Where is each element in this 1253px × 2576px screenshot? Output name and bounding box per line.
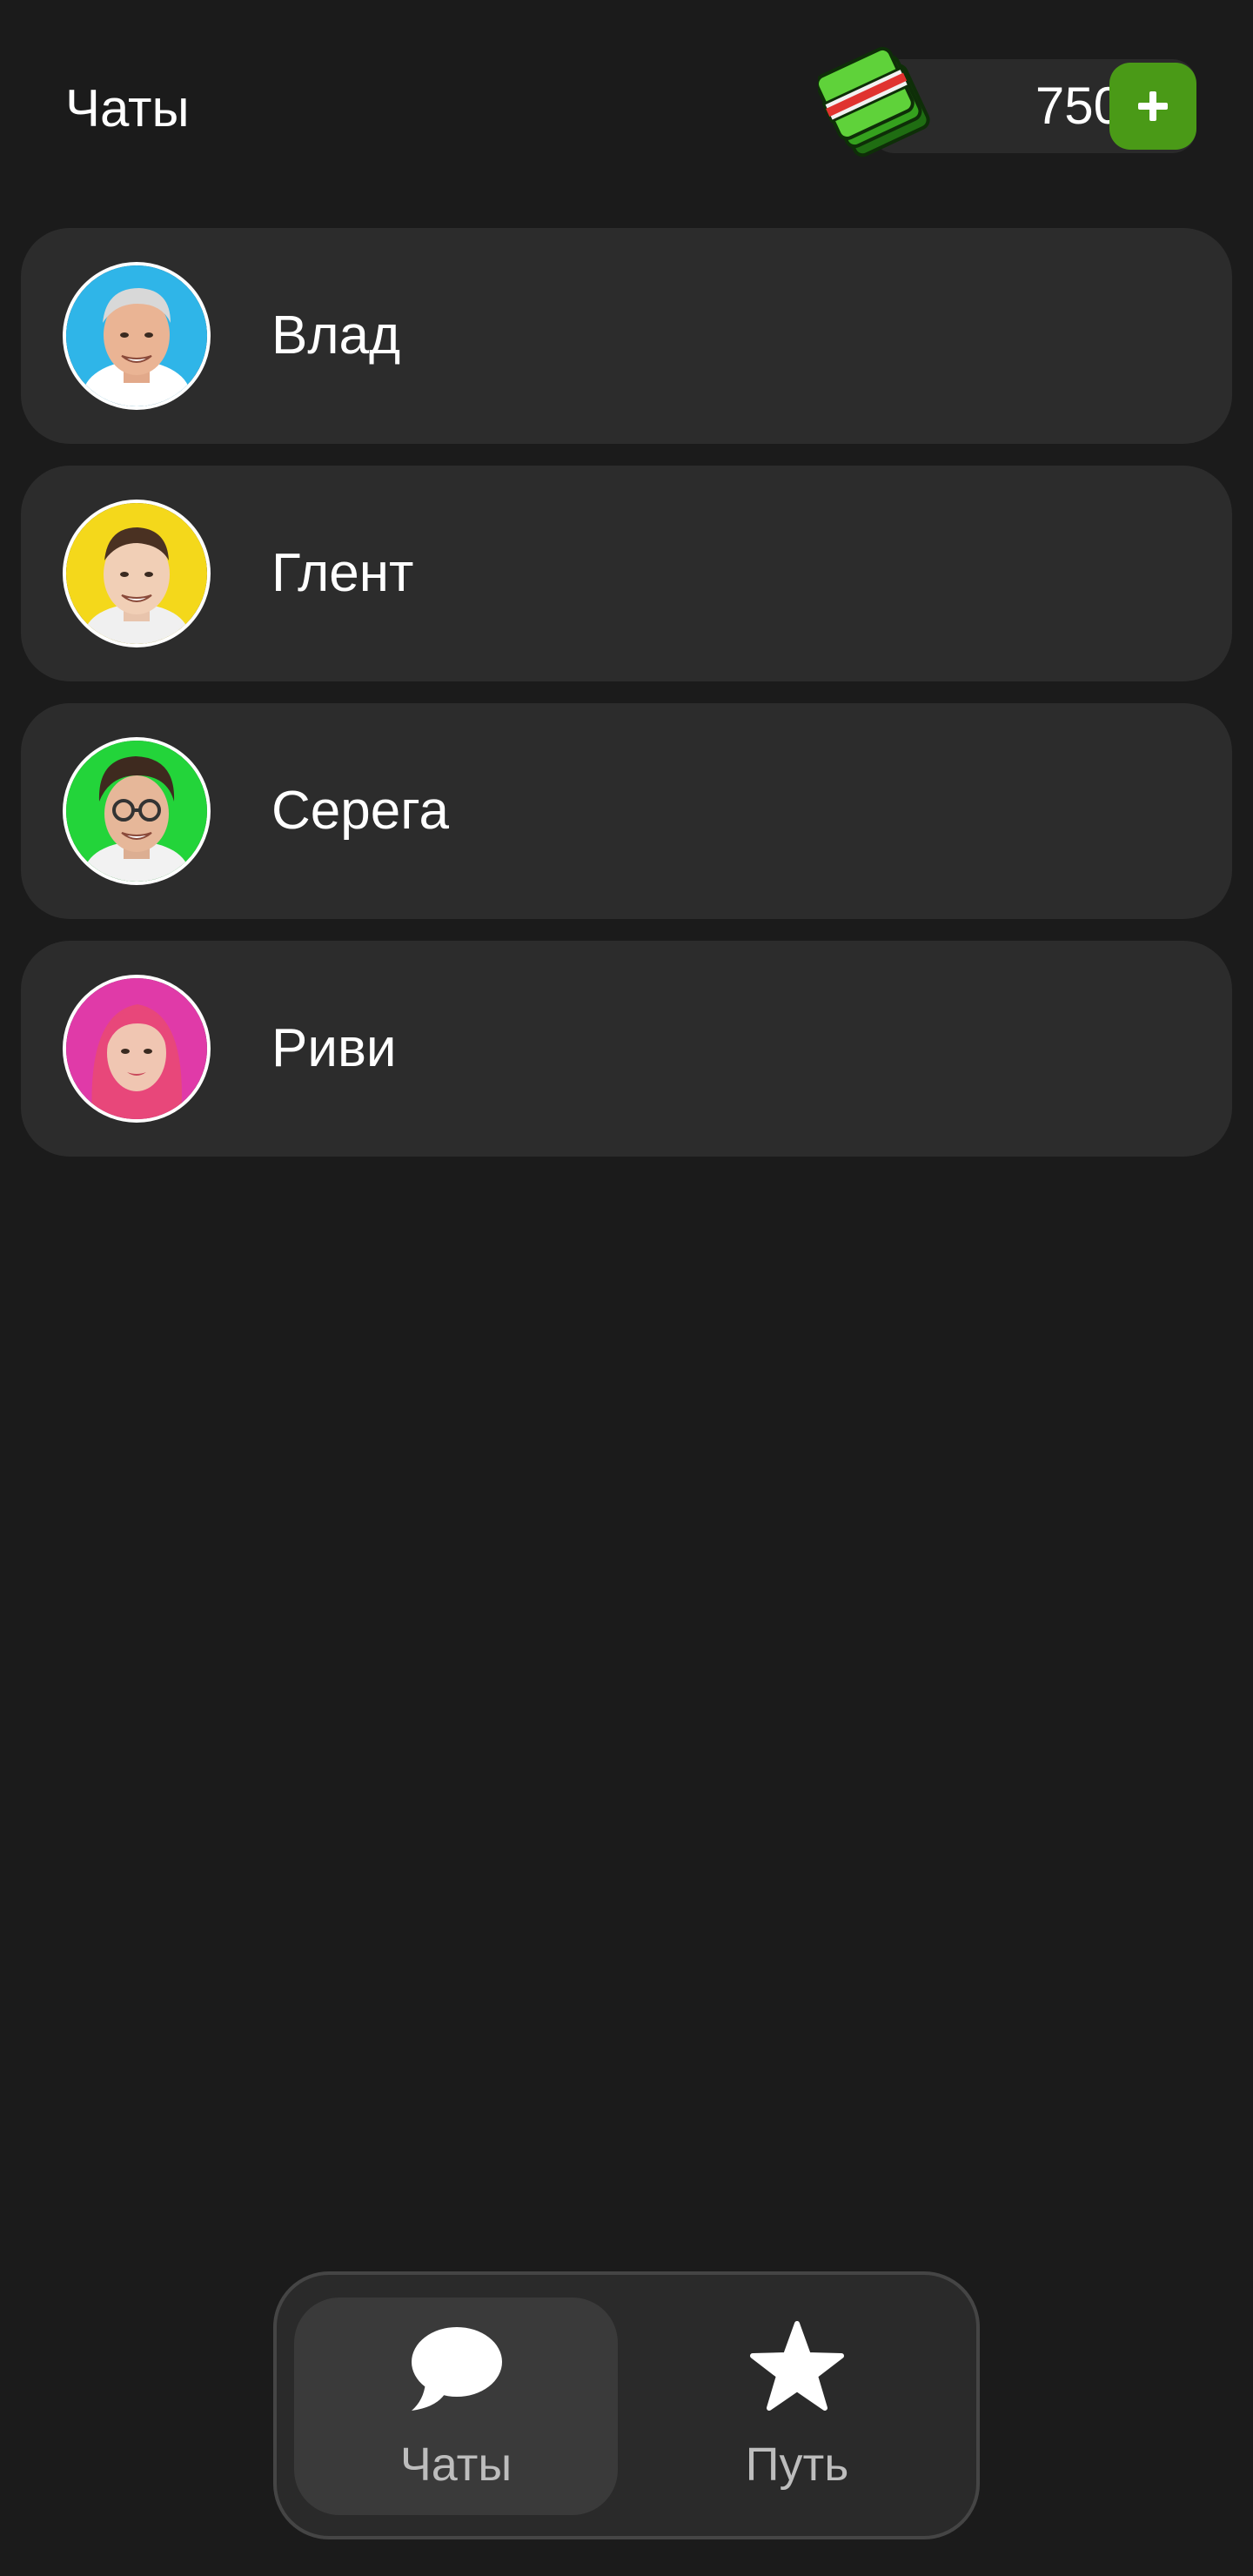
- avatar: [63, 975, 211, 1123]
- chat-list: Влад Глент Серега Риви: [21, 228, 1232, 1178]
- tab-path[interactable]: Путь: [635, 2298, 959, 2515]
- chat-item-rivi[interactable]: Риви: [21, 941, 1232, 1157]
- tab-label: Чаты: [399, 2438, 513, 2491]
- avatar: [63, 737, 211, 885]
- chat-name: Серега: [271, 781, 449, 841]
- header: Чаты 750: [0, 0, 1253, 218]
- chat-bubble-icon: [412, 2327, 502, 2411]
- plus-icon: [1138, 91, 1168, 121]
- chat-item-glent[interactable]: Глент: [21, 466, 1232, 681]
- avatar: [63, 262, 211, 410]
- bottom-nav: Чаты Путь: [273, 2271, 980, 2539]
- avatar: [63, 500, 211, 647]
- page-title: Чаты: [65, 79, 190, 138]
- star-icon: [750, 2321, 844, 2411]
- add-balance-button[interactable]: [1109, 63, 1196, 150]
- chat-name: Глент: [271, 543, 414, 603]
- money-stack-icon: [818, 46, 930, 158]
- chat-item-serega[interactable]: Серега: [21, 703, 1232, 919]
- tab-label: Путь: [745, 2438, 849, 2491]
- tab-chats[interactable]: Чаты: [294, 2298, 618, 2515]
- chat-name: Риви: [271, 1018, 397, 1078]
- chat-item-vlad[interactable]: Влад: [21, 228, 1232, 444]
- chat-name: Влад: [271, 305, 401, 366]
